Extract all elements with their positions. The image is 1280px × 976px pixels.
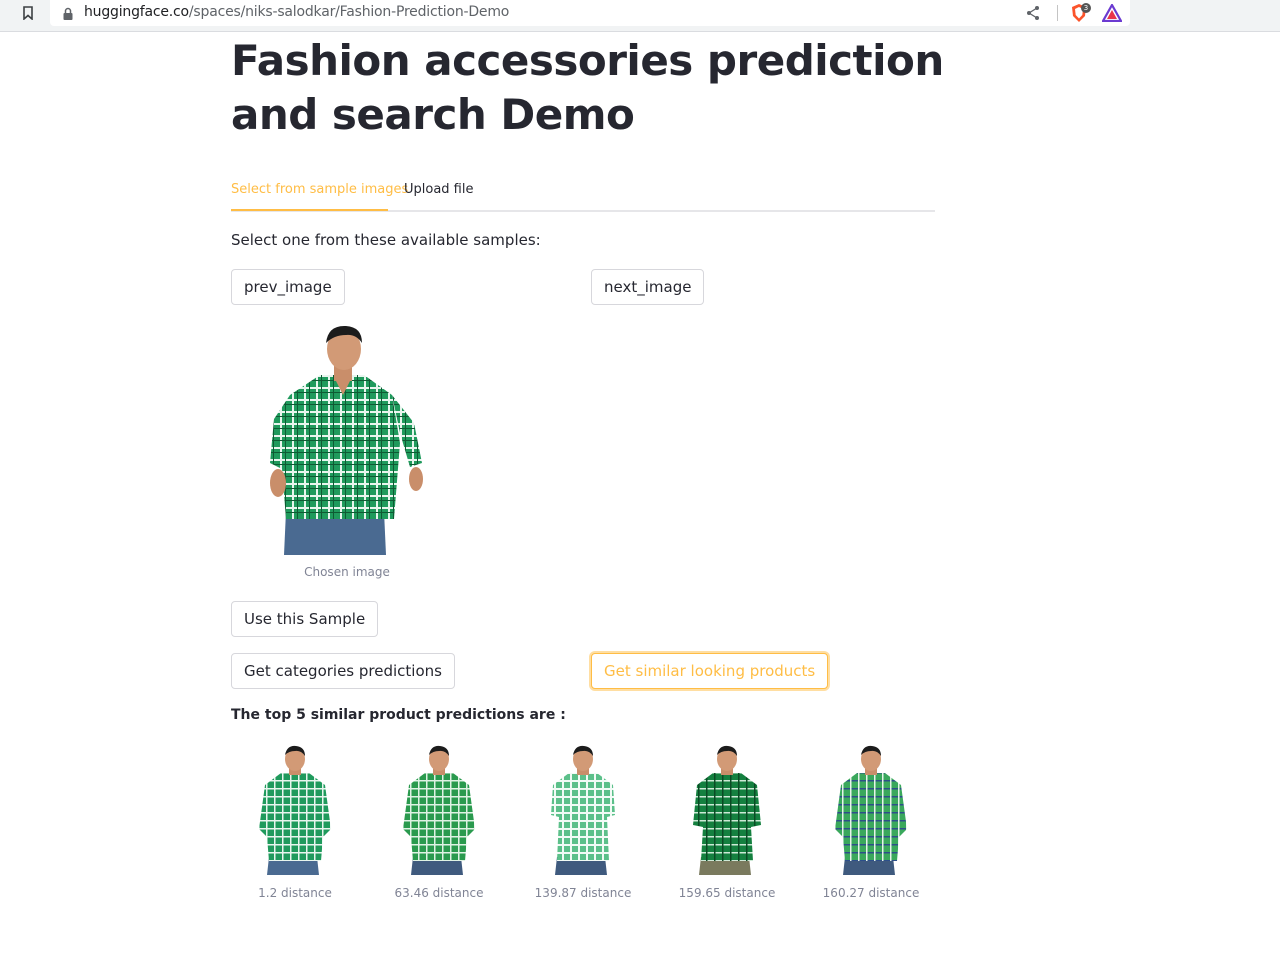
- similar-products-button[interactable]: Get similar looking products: [591, 653, 829, 689]
- use-sample-button[interactable]: Use this Sample: [231, 601, 379, 637]
- chosen-image-caption: Chosen image: [304, 565, 390, 579]
- url-path: /spaces/niks-salodkar/Fashion-Prediction…: [188, 4, 510, 20]
- active-tab-indicator: [231, 209, 388, 211]
- bookmark-icon[interactable]: [19, 4, 37, 22]
- result-caption-2: 63.46 distance: [394, 886, 484, 900]
- tab-upload-file[interactable]: Upload file: [404, 182, 473, 197]
- chosen-image: [264, 323, 430, 555]
- result-image-2: [391, 745, 487, 877]
- result-image-1: [247, 745, 343, 877]
- result-caption-5: 160.27 distance: [822, 886, 920, 900]
- tab-bar: Select from sample images Upload file: [231, 176, 935, 212]
- toolbar-divider: [1057, 5, 1058, 21]
- result-image-4: [679, 745, 775, 877]
- result-caption-4: 159.65 distance: [678, 886, 776, 900]
- url-text[interactable]: huggingface.co/spaces/niks-salodkar/Fash…: [84, 4, 509, 20]
- prev-image-button[interactable]: prev_image: [231, 269, 345, 305]
- next-image-button[interactable]: next_image: [591, 269, 705, 305]
- result-caption-1: 1.2 distance: [258, 886, 332, 900]
- lock-icon[interactable]: [62, 6, 74, 20]
- rewards-icon[interactable]: [1101, 2, 1123, 23]
- result-image-3: [535, 745, 631, 877]
- shield-count-badge: 3: [1081, 3, 1091, 13]
- result-caption-3: 139.87 distance: [534, 886, 632, 900]
- browser-toolbar: huggingface.co/spaces/niks-salodkar/Fash…: [0, 0, 1280, 32]
- page-title: Fashion accessories prediction and searc…: [231, 36, 944, 139]
- tab-sample-images[interactable]: Select from sample images: [231, 182, 408, 197]
- results-heading: The top 5 similar product predictions ar…: [231, 707, 566, 723]
- url-host: huggingface.co: [84, 4, 189, 20]
- share-icon[interactable]: [1025, 5, 1041, 21]
- categories-prediction-button[interactable]: Get categories predictions: [231, 653, 455, 689]
- sample-instructions: Select one from these available samples:: [231, 231, 541, 249]
- result-image-5: [823, 745, 919, 877]
